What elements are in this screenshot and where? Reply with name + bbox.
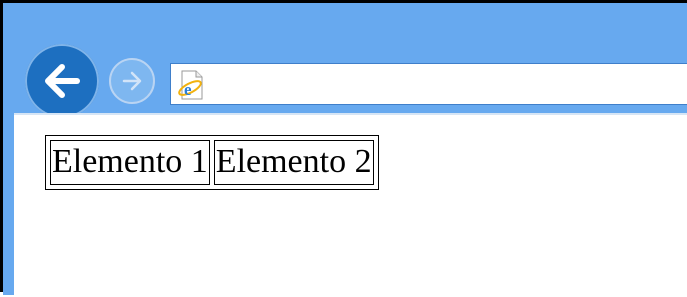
forward-button[interactable] [109, 58, 155, 104]
internet-explorer-page-icon: e [178, 70, 203, 100]
table-row: Elemento 1 Elemento 2 [50, 140, 374, 185]
arrow-left-icon [45, 64, 80, 98]
table-cell-1: Elemento 1 [50, 140, 210, 185]
svg-text:e: e [184, 80, 192, 99]
content-table: Elemento 1 Elemento 2 [45, 135, 379, 190]
address-input[interactable] [215, 70, 675, 98]
arrow-right-icon [122, 71, 142, 91]
window-frame-left [3, 113, 14, 295]
browser-window: e Elemento 1 Elemento 2 [0, 0, 687, 297]
browser-toolbar: e [3, 3, 687, 118]
table-cell-2: Elemento 2 [213, 140, 374, 185]
back-button[interactable] [25, 44, 99, 118]
page-viewport: Elemento 1 Elemento 2 [14, 113, 687, 297]
address-bar[interactable]: e [170, 63, 687, 105]
